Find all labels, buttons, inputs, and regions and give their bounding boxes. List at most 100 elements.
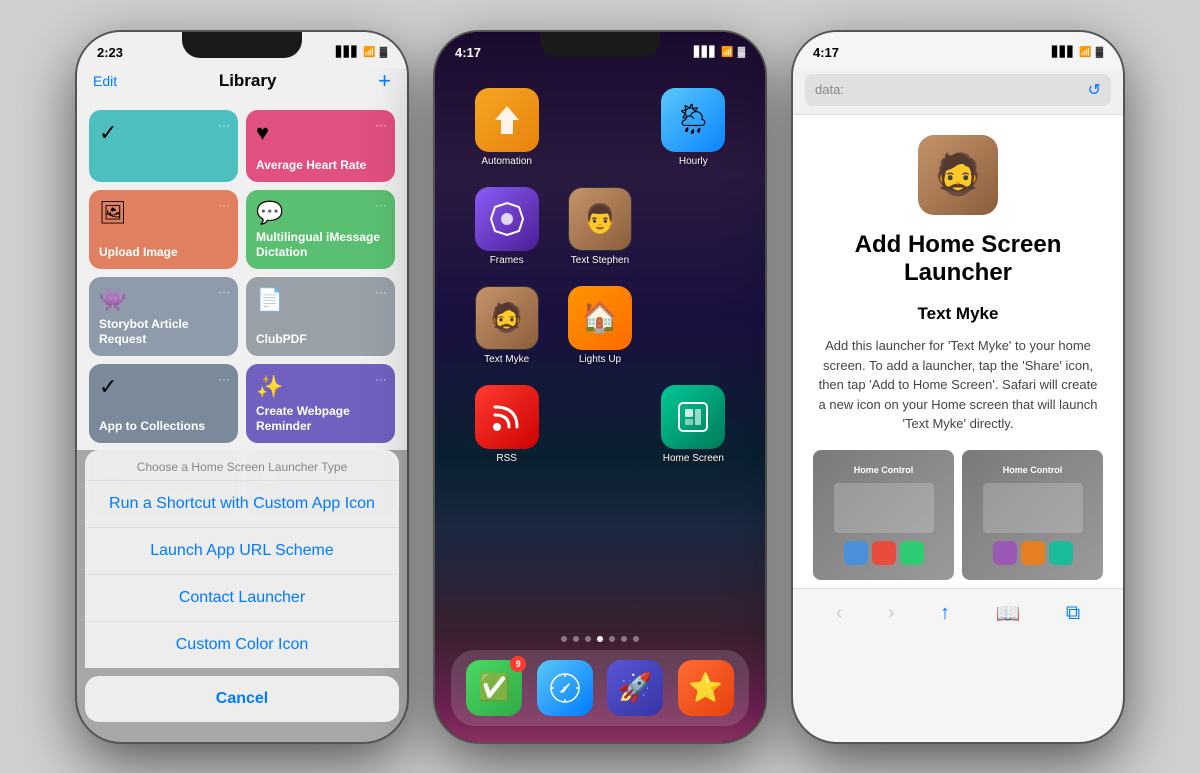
action-item-4[interactable]: Custom Color Icon <box>85 621 399 668</box>
page-dots <box>435 628 765 650</box>
app-lights-wrap: 🏠 Lights Up <box>558 286 641 365</box>
shortcut-card-2[interactable]: ··· ♥ Average Heart Rate <box>246 110 395 182</box>
app-text-myke-label: Text Myke <box>484 354 529 365</box>
card-menu-6[interactable]: ··· <box>375 285 387 299</box>
app-text-stephen-icon[interactable]: 👨 <box>568 187 632 251</box>
shortcut-card-6[interactable]: ··· 📄 ClubPDF <box>246 277 395 356</box>
card-menu-3[interactable]: ··· <box>218 198 230 212</box>
bookmarks-button[interactable]: 📖 <box>992 597 1025 630</box>
signal-icon-1: ▋▋▋ <box>336 47 359 58</box>
safari-bar: data: ↺ <box>793 68 1123 115</box>
page-dot-7[interactable] <box>633 636 639 642</box>
action-cancel[interactable]: Cancel <box>85 676 399 722</box>
card-menu-4[interactable]: ··· <box>375 198 387 212</box>
refresh-button[interactable]: ↺ <box>1088 80 1101 100</box>
app-empty-4 <box>568 385 632 449</box>
app-text-myke-icon[interactable]: 🧔 <box>475 286 539 350</box>
app-automation-icon[interactable] <box>475 88 539 152</box>
action-item-3[interactable]: Contact Launcher <box>85 574 399 621</box>
card-icon-8: ✨ <box>256 374 385 400</box>
home-screen: 4:17 ▋▋▋ 📶 ▓ Automation <box>435 32 765 742</box>
card-menu-5[interactable]: ··· <box>218 285 230 299</box>
url-bar[interactable]: data: ↺ <box>805 74 1111 106</box>
action-sheet-title: Choose a Home Screen Launcher Type <box>85 450 399 480</box>
tabs-button[interactable]: ⧉ <box>1062 598 1084 629</box>
wifi-icon-1: 📶 <box>363 47 375 58</box>
back-button[interactable]: ‹ <box>832 598 847 629</box>
shortcut-card-1[interactable]: ··· ✓ <box>89 110 238 182</box>
dock: ✅ 9 🚀 <box>451 650 749 726</box>
app-text-stephen-label: Text Stephen <box>571 255 629 266</box>
page-dot-1[interactable] <box>561 636 567 642</box>
web-content: 🧔 Add Home Screen Launcher Text Myke Add… <box>793 115 1123 588</box>
card-label-6: ClubPDF <box>256 332 385 348</box>
card-icon-1: ✓ <box>99 120 228 146</box>
preview-title-2: Home Control <box>1003 465 1063 475</box>
preview-thumb-1: Home Control <box>813 450 954 580</box>
edit-button[interactable]: Edit <box>93 73 117 89</box>
notch-2 <box>540 32 660 58</box>
app-lights-icon[interactable]: 🏠 <box>568 286 632 350</box>
dock-safari-icon[interactable] <box>537 660 593 716</box>
app-empty-2 <box>661 187 725 251</box>
notch-3 <box>898 32 1018 58</box>
app-frames-wrap: Frames <box>465 187 548 266</box>
card-menu-8[interactable]: ··· <box>375 372 387 386</box>
shortcut-card-7[interactable]: ··· ✓ App to Collections <box>89 364 238 443</box>
app-hourly-icon[interactable]: 🌦 <box>661 88 725 152</box>
share-button[interactable]: ↑ <box>936 598 954 629</box>
signal-icon-3: ▋▋▋ <box>1052 47 1075 58</box>
shortcut-card-4[interactable]: ··· 💬 Multilingual iMessage Dictation <box>246 190 395 269</box>
action-sheet: Choose a Home Screen Launcher Type Run a… <box>77 450 407 742</box>
dock-reeder-icon[interactable]: ⭐ <box>678 660 734 716</box>
shortcut-card-8[interactable]: ··· ✨ Create Webpage Reminder <box>246 364 395 443</box>
app-hourly-wrap: 🌦 Hourly <box>652 88 735 167</box>
action-item-2[interactable]: Launch App URL Scheme <box>85 527 399 574</box>
dock-safari-wrap <box>537 660 593 716</box>
app-empty-4-wrap <box>558 385 641 464</box>
card-menu-2[interactable]: ··· <box>375 118 387 132</box>
card-menu-1[interactable]: ··· <box>218 118 230 132</box>
action-item-1[interactable]: Run a Shortcut with Custom App Icon <box>85 480 399 527</box>
card-label-3: Upload Image <box>99 245 228 261</box>
battery-icon-3: ▓ <box>1096 47 1103 58</box>
app-grid: Automation 🌦 Hourly <box>435 68 765 628</box>
app-rss-wrap: RSS <box>465 385 548 464</box>
app-rss-icon[interactable] <box>475 385 539 449</box>
launcher-title: Add Home Screen Launcher <box>813 231 1103 289</box>
card-label-8: Create Webpage Reminder <box>256 404 385 435</box>
preview-inner-1: Home Control <box>813 450 954 580</box>
dock-rocket-icon[interactable]: 🚀 <box>607 660 663 716</box>
launcher-subtitle: Text Myke <box>918 304 999 324</box>
safari-toolbar: ‹ › ↑ 📖 ⧉ <box>793 588 1123 640</box>
library-title: Library <box>219 71 277 91</box>
preview-inner-2: Home Control <box>962 450 1103 580</box>
dock-reeder-wrap: ⭐ <box>678 660 734 716</box>
page-dot-2[interactable] <box>573 636 579 642</box>
card-label-4: Multilingual iMessage Dictation <box>256 230 385 261</box>
wifi-icon-3: 📶 <box>1079 47 1091 58</box>
app-homescreen-icon[interactable] <box>661 385 725 449</box>
shortcut-card-5[interactable]: ··· 👾 Storybot Article Request <box>89 277 238 356</box>
app-text-myke-wrap: 🧔 Text Myke <box>465 286 548 365</box>
phone-2: 4:17 ▋▋▋ 📶 ▓ Automation <box>435 32 765 742</box>
forward-button[interactable]: › <box>884 598 899 629</box>
shortcut-card-3[interactable]: ··· 🖼 Upload Image <box>89 190 238 269</box>
app-frames-icon[interactable] <box>475 187 539 251</box>
app-empty-3-wrap <box>652 286 735 365</box>
add-button[interactable]: + <box>378 68 391 94</box>
phone-3: 4:17 ▋▋▋ 📶 ▓ data: ↺ 🧔 Add Home Screen L… <box>793 32 1123 742</box>
time-1: 2:23 <box>97 45 123 60</box>
time-3: 4:17 <box>813 45 839 60</box>
launcher-description: Add this launcher for 'Text Myke' to you… <box>813 336 1103 434</box>
app-automation-wrap: Automation <box>465 88 548 167</box>
card-menu-7[interactable]: ··· <box>218 372 230 386</box>
card-label-5: Storybot Article Request <box>99 317 228 348</box>
app-empty-2-wrap <box>652 187 735 266</box>
page-dot-4[interactable] <box>597 636 603 642</box>
page-dot-5[interactable] <box>609 636 615 642</box>
page-dot-6[interactable] <box>621 636 627 642</box>
page-dot-3[interactable] <box>585 636 591 642</box>
url-text: data: <box>815 82 844 97</box>
card-label-7: App to Collections <box>99 419 228 435</box>
